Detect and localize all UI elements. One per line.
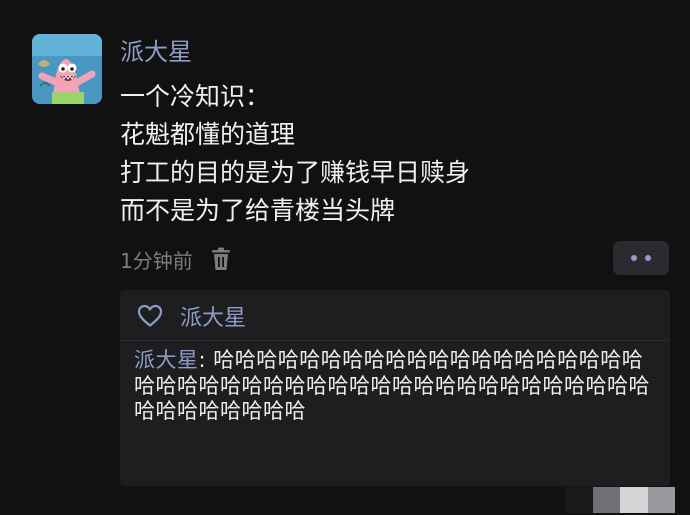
watermark — [565, 487, 675, 513]
post-meta: 1分钟前 — [120, 243, 233, 275]
post-content-line: 花魁都懂的道理 — [120, 120, 296, 149]
divider — [120, 340, 670, 341]
liker-name[interactable]: 派大星 — [180, 300, 246, 332]
post-content: 一个冷知识： 花魁都懂的道理 打工的目的是为了赚钱早日赎身 而不是为了给青楼当头… — [120, 78, 660, 230]
watermark-cell — [647, 487, 675, 513]
watermark-cell — [592, 487, 620, 513]
interaction-panel: 派大星 派大星: 哈哈哈哈哈哈哈哈哈哈哈哈哈哈哈哈哈哈哈哈哈哈哈哈哈哈哈哈哈哈哈… — [120, 290, 670, 486]
delete-button[interactable] — [209, 245, 233, 273]
post-timestamp: 1分钟前 — [120, 248, 193, 273]
comment-author[interactable]: 派大星 — [134, 348, 199, 372]
likes-row: 派大星 — [136, 298, 246, 334]
post-content-line: 一个冷知识： — [120, 82, 271, 111]
comment-separator: : — [198, 348, 214, 372]
more-button[interactable] — [613, 241, 669, 275]
comment[interactable]: 派大星: 哈哈哈哈哈哈哈哈哈哈哈哈哈哈哈哈哈哈哈哈哈哈哈哈哈哈哈哈哈哈哈哈哈哈哈… — [134, 348, 664, 425]
post-content-line: 打工的目的是为了赚钱早日赎身 — [120, 158, 471, 187]
watermark-cell — [620, 487, 648, 513]
post-content-line: 而不是为了给青楼当头牌 — [120, 196, 396, 225]
trash-icon — [211, 247, 230, 270]
post-author-name[interactable]: 派大星 — [120, 36, 192, 68]
heart-icon — [137, 304, 163, 327]
avatar[interactable] — [32, 34, 102, 104]
post-card: 派大星 一个冷知识： 花魁都懂的道理 打工的目的是为了赚钱早日赎身 而不是为了给… — [0, 0, 690, 515]
watermark-cell — [565, 487, 593, 513]
like-button[interactable] — [136, 303, 164, 329]
more-dots-icon — [631, 255, 651, 261]
